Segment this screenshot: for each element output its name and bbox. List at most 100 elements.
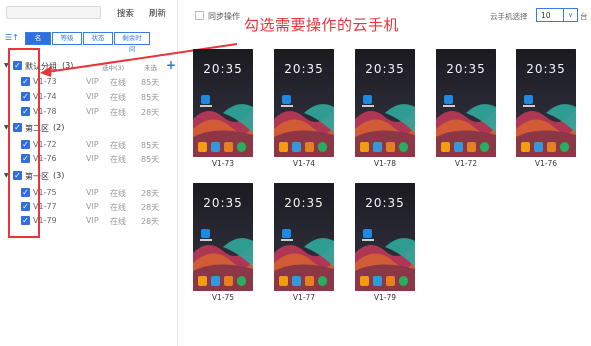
status-bar (357, 50, 413, 54)
app-icon[interactable] (441, 142, 450, 152)
widget-label (443, 105, 455, 107)
app-icon[interactable] (224, 276, 233, 286)
app-icon[interactable] (373, 142, 382, 152)
device-days: 85天 (141, 141, 160, 150)
app-icon[interactable] (386, 276, 395, 286)
phone-card[interactable]: 20:35 V1-74 (274, 49, 334, 169)
sort-tab-level[interactable]: 等级 (52, 32, 82, 45)
app-icon[interactable] (454, 142, 463, 152)
app-icon[interactable] (211, 276, 220, 286)
phone-screen[interactable]: 20:35 (355, 49, 415, 157)
device-level: VIP (86, 140, 99, 149)
app-icon[interactable] (198, 142, 207, 152)
app-icon[interactable] (305, 276, 314, 286)
app-icon[interactable] (237, 276, 246, 286)
app-icon[interactable] (360, 276, 369, 286)
phone-screen[interactable]: 20:35 (193, 183, 253, 291)
device-status: 在线 (110, 93, 126, 102)
app-icon[interactable] (292, 276, 301, 286)
app-icon[interactable] (318, 142, 327, 152)
phone-clock: 20:35 (284, 62, 324, 76)
highlight-box (8, 48, 40, 238)
app-icon[interactable] (521, 142, 530, 152)
app-dock (438, 140, 494, 154)
app-icon[interactable] (467, 142, 476, 152)
device-status: 在线 (110, 78, 126, 87)
search-button[interactable]: 搜索 (117, 7, 134, 19)
app-icon[interactable] (547, 142, 556, 152)
phone-clock: 20:35 (526, 62, 566, 76)
phone-card[interactable]: 20:35 V1-76 (516, 49, 576, 169)
sort-tab-remaining-time[interactable]: 剩余时间 (114, 32, 150, 53)
device-status: 在线 (110, 203, 126, 212)
app-icon[interactable] (198, 276, 207, 286)
sort-tab-status[interactable]: 状态 (83, 32, 113, 45)
device-status: 在线 (110, 217, 126, 226)
device-days: 85天 (141, 78, 160, 87)
app-icon[interactable] (480, 142, 489, 152)
phone-label: V1-77 (292, 293, 316, 302)
app-icon[interactable] (211, 142, 220, 152)
app-icon[interactable] (534, 142, 543, 152)
phone-card[interactable]: 20:35 V1-75 (193, 183, 253, 303)
device-status: 在线 (110, 108, 126, 117)
app-icon[interactable] (305, 142, 314, 152)
device-level: VIP (86, 92, 99, 101)
status-bar (518, 50, 574, 54)
phone-screen[interactable]: 20:35 (516, 49, 576, 157)
phone-screen[interactable]: 20:35 (193, 49, 253, 157)
phone-card[interactable]: 20:35 V1-77 (274, 183, 334, 303)
phone-clock: 20:35 (284, 196, 324, 210)
phone-screen[interactable]: 20:35 (274, 49, 334, 157)
app-icon[interactable] (224, 142, 233, 152)
phone-label: V1-78 (373, 159, 397, 168)
widget-label (200, 239, 212, 241)
app-icon[interactable] (399, 142, 408, 152)
phone-clock: 20:35 (365, 62, 405, 76)
app-icon[interactable] (237, 142, 246, 152)
device-status: 在线 (110, 189, 126, 198)
group-count: (3) (62, 61, 74, 70)
phone-card[interactable]: 20:35 V1-72 (436, 49, 496, 169)
sort-tab-name[interactable]: 名称 (25, 32, 51, 53)
status-bar (195, 184, 251, 188)
app-icon[interactable] (373, 276, 382, 286)
unselected-label: 未选 (144, 64, 157, 72)
phone-label: V1-73 (211, 159, 235, 168)
search-row: 搜索 刷新 (0, 4, 178, 20)
app-icon[interactable] (279, 276, 288, 286)
app-dock (276, 140, 332, 154)
sort-icon[interactable]: ☰↑ (5, 33, 19, 42)
add-icon[interactable]: + (166, 58, 176, 72)
app-icon[interactable] (399, 276, 408, 286)
phone-card[interactable]: 20:35 V1-73 (193, 49, 253, 169)
weather-widget-icon (201, 95, 210, 104)
app-icon[interactable] (560, 142, 569, 152)
status-bar (276, 50, 332, 54)
phone-grid: 20:35 V1-73 20:35 V1-74 20:35 V1-78 20:35 V1-72… (179, 0, 591, 346)
app-dock (357, 140, 413, 154)
phone-card[interactable]: 20:35 V1-78 (355, 49, 415, 169)
app-icon[interactable] (360, 142, 369, 152)
phone-screen[interactable]: 20:35 (274, 183, 334, 291)
device-level: VIP (86, 154, 99, 163)
phone-label: V1-72 (454, 159, 478, 168)
phone-label: V1-75 (211, 293, 235, 302)
phone-label: V1-74 (292, 159, 316, 168)
device-days: 28天 (141, 217, 160, 226)
app-icon[interactable] (386, 142, 395, 152)
app-icon[interactable] (292, 142, 301, 152)
refresh-button[interactable]: 刷新 (149, 7, 166, 19)
phone-card[interactable]: 20:35 V1-79 (355, 183, 415, 303)
device-days: 28天 (141, 189, 160, 198)
device-level: VIP (86, 202, 99, 211)
phone-screen[interactable]: 20:35 (436, 49, 496, 157)
phone-screen[interactable]: 20:35 (355, 183, 415, 291)
weather-widget-icon (524, 95, 533, 104)
weather-widget-icon (363, 95, 372, 104)
app-icon[interactable] (318, 276, 327, 286)
app-dock (357, 274, 413, 288)
widget-label (362, 239, 374, 241)
app-icon[interactable] (279, 142, 288, 152)
search-input[interactable] (6, 6, 101, 19)
